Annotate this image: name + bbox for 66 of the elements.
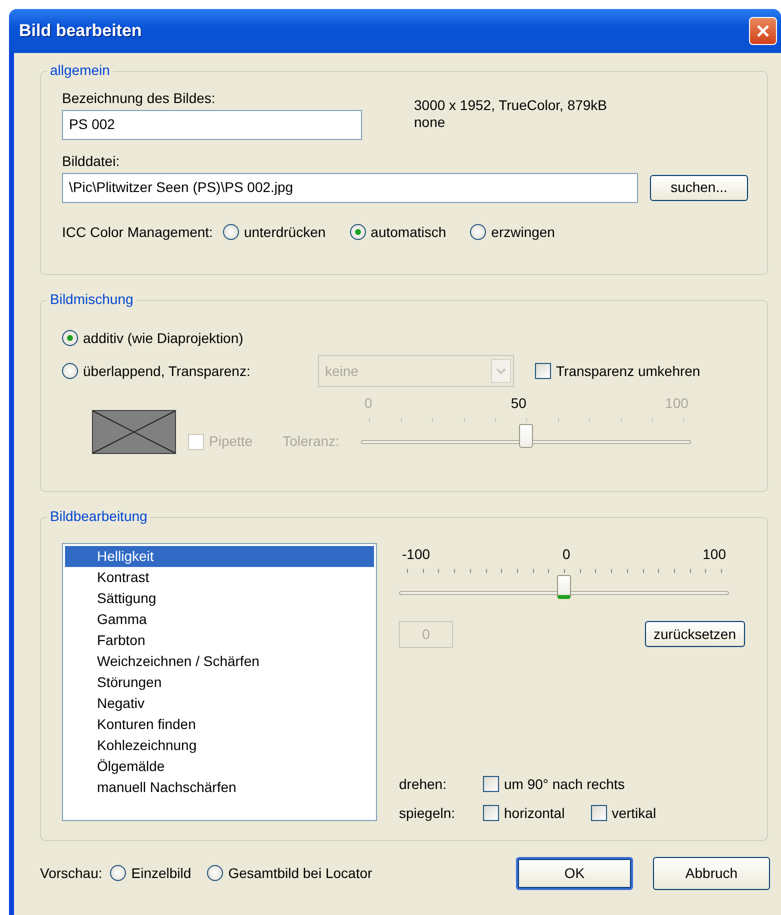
- slider-track[interactable]: [361, 424, 692, 450]
- reset-button[interactable]: zurücksetzen: [644, 621, 745, 648]
- radio-button[interactable]: [350, 224, 366, 240]
- info-text: 3000 x 1952, TrueColor, 879kB: [414, 97, 608, 114]
- checkbox[interactable]: [590, 804, 607, 821]
- slider-min-label: -100: [402, 546, 430, 563]
- radio-button[interactable]: [62, 363, 78, 380]
- radio-label[interactable]: additiv (wie Diaprojektion): [83, 330, 244, 346]
- browse-button[interactable]: suchen...: [650, 174, 748, 201]
- window-title: Bild bearbeiten: [19, 20, 142, 42]
- slider-min-label: 0: [364, 395, 372, 412]
- checkbox[interactable]: [535, 363, 551, 380]
- list-item[interactable]: Gamma: [65, 609, 374, 630]
- checkbox-label[interactable]: horizontal: [504, 804, 565, 822]
- dialog-button[interactable]: Abbruch: [653, 857, 770, 890]
- radio-label[interactable]: erzwingen: [491, 224, 555, 240]
- file-path-field[interactable]: \Pic\Plitwitzer Seen (PS)\PS 002.jpg: [62, 172, 638, 203]
- checkbox[interactable]: [483, 804, 499, 821]
- checkbox-label[interactable]: vertikal: [612, 804, 656, 822]
- effects-list[interactable]: Helligkeit Kontrast Sättigung Gamma Farbton Weichzeichnen / Schärfen Störungen Negativ Konturen finden Kohlezeichnung Ölgemälde manuell Nachschärfen: [62, 543, 377, 821]
- radio-label[interactable]: unterdrücken: [244, 224, 326, 240]
- radio-button[interactable]: [470, 224, 486, 240]
- rotate-label: drehen:: [399, 776, 448, 793]
- checkbox-label[interactable]: Transparenz umkehren: [556, 363, 700, 380]
- list-item[interactable]: Weichzeichnen / Schärfen: [65, 651, 374, 672]
- list-item[interactable]: Störungen: [65, 672, 374, 693]
- dialog-button[interactable]: OK: [516, 857, 633, 890]
- slider-max-label: 100: [702, 546, 726, 563]
- radio-button[interactable]: [222, 224, 239, 240]
- list-item[interactable]: Konturen finden: [65, 714, 374, 735]
- slider-value-label: 0: [562, 546, 570, 563]
- radio-label[interactable]: Gesamtbild bei Locator: [228, 865, 372, 882]
- slider-track[interactable]: [399, 574, 729, 601]
- list-item[interactable]: Negativ: [65, 693, 374, 714]
- info-text: none: [414, 114, 446, 131]
- checkbox-label[interactable]: um 90° nach rechts: [504, 776, 625, 793]
- slider-max-label: 100: [665, 395, 688, 412]
- preview-label: Vorschau:: [40, 865, 102, 882]
- close-icon: [756, 24, 770, 38]
- slider-value-label: 50: [510, 395, 526, 412]
- list-item[interactable]: Helligkeit: [65, 546, 374, 567]
- radio-label[interactable]: automatisch: [370, 224, 446, 240]
- field-label: Bezeichnung des Bildes:: [62, 90, 216, 107]
- list-item[interactable]: Kontrast: [65, 567, 374, 588]
- checkbox[interactable]: [483, 776, 499, 792]
- group-title: allgemein: [47, 62, 113, 79]
- list-item[interactable]: Kohlezeichnung: [65, 735, 374, 756]
- radio-label[interactable]: Einzelbild: [131, 865, 192, 882]
- group-title: Bildbearbeitung: [47, 508, 150, 525]
- field-label: Bilddatei:: [62, 152, 121, 170]
- icc-label: ICC Color Management:: [62, 224, 213, 240]
- radio-label[interactable]: überlappend, Transparenz:: [83, 363, 250, 380]
- radio-button[interactable]: [62, 330, 78, 346]
- list-item[interactable]: Sättigung: [65, 588, 374, 609]
- slider-thumb[interactable]: [557, 574, 571, 599]
- color-swatch[interactable]: [92, 410, 176, 454]
- name-field[interactable]: PS 002: [62, 110, 362, 140]
- group-title: Bildmischung: [47, 291, 136, 308]
- tolerance-label: Toleranz:: [282, 433, 340, 450]
- radio-button[interactable]: [207, 865, 224, 882]
- mirror-label: spiegeln:: [399, 804, 456, 822]
- list-item[interactable]: Farbton: [65, 630, 374, 651]
- list-item[interactable]: manuell Nachschärfen: [65, 777, 374, 798]
- close-button[interactable]: [749, 17, 777, 45]
- list-item[interactable]: Ölgemälde: [65, 756, 374, 777]
- radio-button[interactable]: [110, 865, 126, 882]
